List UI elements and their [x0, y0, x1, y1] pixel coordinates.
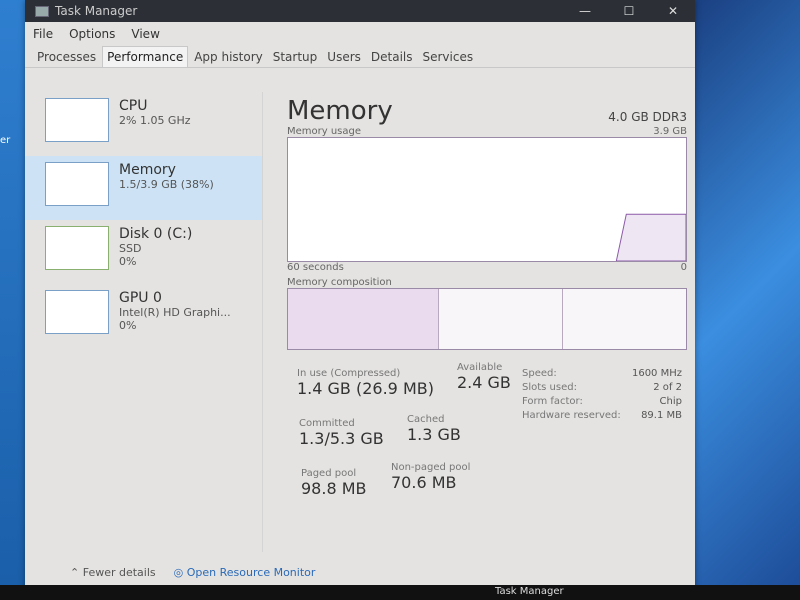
tab-app-history[interactable]: App history: [190, 47, 267, 67]
sidebar-item-gpu[interactable]: GPU 0 Intel(R) HD Graphi... 0%: [25, 284, 262, 348]
footer: ⌃ Fewer details ◎ Open Resource Monitor: [70, 566, 315, 579]
tab-services[interactable]: Services: [419, 47, 478, 67]
tab-processes[interactable]: Processes: [33, 47, 100, 67]
committed-label: Committed: [299, 418, 355, 429]
slots-label: Slots used:: [522, 382, 577, 393]
menu-view[interactable]: View: [131, 27, 159, 41]
resource-sidebar: CPU 2% 1.05 GHz Memory 1.5/3.9 GB (38%) Di…: [25, 92, 263, 552]
composition-in-use: [288, 289, 440, 349]
item-detail: 1.5/3.9 GB (38%): [119, 178, 214, 191]
fewer-details-label: Fewer details: [82, 566, 156, 579]
open-resource-monitor-link[interactable]: ◎ Open Resource Monitor: [174, 566, 316, 579]
usage-label: Memory usage: [287, 126, 362, 137]
nonpaged-pool-value: 70.6 MB: [391, 473, 457, 492]
time-min: 0: [680, 262, 687, 273]
composition-free: [563, 289, 686, 349]
memory-spec: 4.0 GB DDR3: [608, 110, 687, 124]
memory-properties: Speed: 1600 MHz Slots used: 2 of 2 Form fa…: [522, 368, 682, 424]
item-name: CPU: [119, 98, 148, 114]
memory-composition-bar: [287, 288, 687, 350]
minimize-button[interactable]: —: [563, 4, 607, 18]
resource-monitor-icon: ◎: [173, 566, 184, 579]
resource-monitor-label: Open Resource Monitor: [186, 566, 316, 579]
menu-options[interactable]: Options: [69, 27, 115, 41]
item-name: Disk 0 (C:): [119, 226, 193, 242]
title-bar[interactable]: Task Manager — ☐ ✕: [25, 0, 695, 22]
fewer-details-button[interactable]: ⌃ Fewer details: [70, 566, 156, 579]
item-value: 0%: [119, 319, 137, 332]
usage-max: 3.9 GB: [653, 126, 687, 137]
in-use-label: In use (Compressed): [297, 368, 401, 379]
taskbar-task-manager[interactable]: Task Manager: [495, 586, 564, 597]
window-title: Task Manager: [55, 4, 138, 18]
paged-pool-label: Paged pool: [301, 468, 357, 479]
close-button[interactable]: ✕: [651, 4, 695, 18]
taskbar: Task Manager: [0, 585, 800, 600]
desktop-wallpaper: [690, 0, 800, 600]
gpu-thumbnail-graph: [45, 290, 109, 334]
in-use-value: 1.4 GB (26.9 MB): [297, 379, 434, 398]
sidebar-item-disk[interactable]: Disk 0 (C:) SSD 0%: [25, 220, 262, 284]
hardware-reserved-label: Hardware reserved:: [522, 410, 621, 421]
hardware-reserved-value: 89.1 MB: [641, 410, 682, 421]
memory-thumbnail-graph: [45, 162, 109, 206]
slots-value: 2 of 2: [653, 382, 682, 393]
paged-pool-value: 98.8 MB: [301, 479, 367, 498]
cached-label: Cached: [407, 414, 445, 425]
desktop-left: er: [0, 0, 25, 600]
item-value: 0%: [119, 255, 137, 268]
item-detail: 2% 1.05 GHz: [119, 114, 191, 127]
tab-details[interactable]: Details: [367, 47, 417, 67]
cached-value: 1.3 GB: [407, 425, 461, 444]
menu-file[interactable]: File: [33, 27, 53, 41]
tab-startup[interactable]: Startup: [269, 47, 322, 67]
speed-label: Speed:: [522, 368, 557, 379]
item-detail: SSD: [119, 242, 142, 255]
available-value: 2.4 GB: [457, 373, 511, 392]
task-manager-icon: [35, 5, 49, 17]
item-name: Memory: [119, 162, 176, 178]
item-detail: Intel(R) HD Graphi...: [119, 306, 231, 319]
speed-value: 1600 MHz: [631, 368, 682, 379]
memory-panel: Memory 4.0 GB DDR3 Memory usage 3.9 GB 60…: [287, 96, 687, 528]
committed-value: 1.3/5.3 GB: [299, 429, 384, 448]
nonpaged-pool-label: Non-paged pool: [391, 462, 471, 473]
menu-bar: File Options View: [25, 22, 695, 46]
task-manager-window: Task Manager — ☐ ✕ File Options View Pro…: [25, 0, 695, 590]
disk-thumbnail-graph: [45, 226, 109, 270]
composition-standby: [439, 289, 563, 349]
maximize-button[interactable]: ☐: [607, 4, 651, 18]
tab-bar: Processes Performance App history Startu…: [25, 46, 695, 68]
sidebar-item-cpu[interactable]: CPU 2% 1.05 GHz: [25, 92, 262, 156]
composition-label: Memory composition: [287, 277, 392, 288]
form-factor-label: Form factor:: [522, 396, 583, 407]
item-name: GPU 0: [119, 290, 162, 306]
desktop-icon-label: er: [0, 135, 11, 146]
cpu-thumbnail-graph: [45, 98, 109, 142]
tab-users[interactable]: Users: [323, 47, 365, 67]
form-factor-value: Chip: [659, 396, 682, 407]
sidebar-item-memory[interactable]: Memory 1.5/3.9 GB (38%): [25, 156, 262, 220]
memory-usage-graph: [287, 137, 687, 262]
time-label: 60 seconds: [287, 262, 344, 273]
tab-performance[interactable]: Performance: [102, 46, 189, 67]
available-label: Available: [457, 362, 503, 373]
usage-line: [615, 213, 687, 262]
memory-stats: In use (Compressed) 1.4 GB (26.9 MB) Avai…: [287, 362, 687, 528]
